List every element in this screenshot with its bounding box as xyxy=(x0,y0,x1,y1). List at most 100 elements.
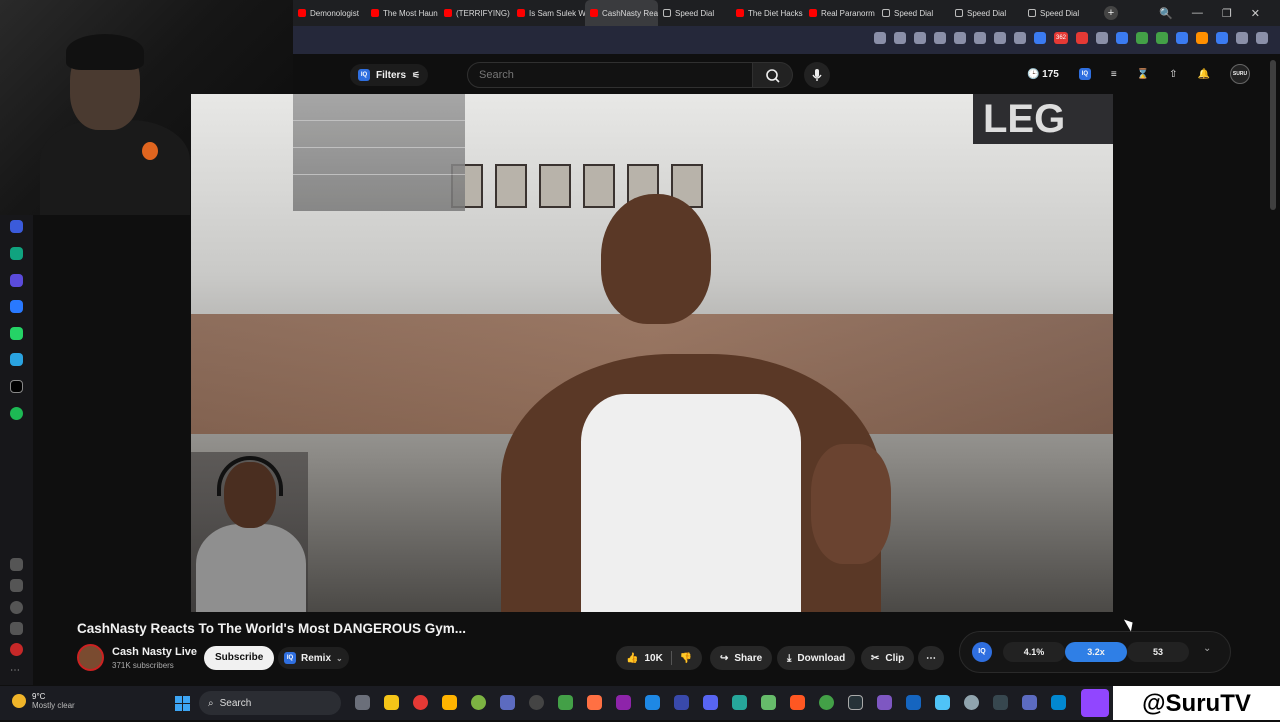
browser-tab[interactable]: CashNasty Reacts To xyxy=(585,0,658,26)
browser-tab[interactable]: Speed Dial xyxy=(950,0,1023,26)
iq-logo-icon[interactable]: IQ xyxy=(972,642,992,662)
browser-tab[interactable]: Speed Dial xyxy=(877,0,950,26)
minimize-button[interactable]: — xyxy=(1192,7,1203,19)
channel-avatar[interactable] xyxy=(77,644,104,671)
more-icon[interactable]: ⋯ xyxy=(10,665,23,678)
heart-icon[interactable] xyxy=(954,32,966,44)
browser-tab[interactable]: Speed Dial xyxy=(658,0,731,26)
file-explorer-icon[interactable] xyxy=(384,695,399,710)
play-icon[interactable] xyxy=(934,32,946,44)
browser-tab[interactable]: (TERRIFYING) D xyxy=(439,0,512,26)
camera-icon[interactable] xyxy=(894,32,906,44)
browser-tab[interactable]: The Diet Hacks xyxy=(731,0,804,26)
voice-search-button[interactable] xyxy=(804,62,830,88)
photos-icon[interactable] xyxy=(1022,695,1037,710)
chevron-down-icon[interactable]: ⌄ xyxy=(1203,643,1211,654)
chatgpt-icon[interactable] xyxy=(10,247,23,260)
more-actions-button[interactable]: ⋯ xyxy=(918,646,944,670)
extension-wave-icon[interactable] xyxy=(1176,32,1188,44)
discord-icon[interactable] xyxy=(703,695,718,710)
edit-icon[interactable] xyxy=(874,32,886,44)
start-button[interactable] xyxy=(175,696,190,711)
extension-circle-icon[interactable] xyxy=(1216,32,1228,44)
watch-counter[interactable]: 🕒 175 xyxy=(1027,69,1059,80)
x-twitter-icon[interactable] xyxy=(10,380,23,393)
thumbs-up-icon[interactable]: 👍 xyxy=(626,653,638,664)
filters-button[interactable]: IQ Filters ⚟ xyxy=(350,64,429,86)
crypto-wallet-icon[interactable] xyxy=(10,274,23,287)
close-button[interactable]: ✕ xyxy=(1251,7,1260,20)
extension-green2-icon[interactable] xyxy=(1156,32,1168,44)
whatsapp-icon[interactable] xyxy=(10,327,23,340)
history-icon[interactable] xyxy=(10,601,23,614)
browser-tab[interactable]: Demonologist xyxy=(293,0,366,26)
xbox-icon[interactable] xyxy=(471,695,486,710)
weather-widget[interactable]: 9°C Mostly clear xyxy=(12,692,75,710)
profile-icon[interactable] xyxy=(1014,32,1026,44)
new-tab-button[interactable]: + xyxy=(1104,6,1118,20)
search-tabs-icon[interactable]: 🔍 xyxy=(1159,7,1173,20)
extension-orange-icon[interactable] xyxy=(1196,32,1208,44)
clip-button[interactable]: ✂ Clip xyxy=(861,646,915,670)
app-orange-icon[interactable] xyxy=(790,695,805,710)
opera-icon[interactable] xyxy=(413,695,428,710)
list-icon[interactable]: ≡ xyxy=(1111,69,1117,80)
menu-icon[interactable] xyxy=(994,32,1006,44)
upload-icon[interactable]: ⇧ xyxy=(1169,69,1177,80)
linkedin-icon[interactable] xyxy=(645,695,660,710)
maximize-button[interactable]: ❐ xyxy=(1222,7,1232,20)
app-green-icon[interactable] xyxy=(761,695,776,710)
capcut-icon[interactable] xyxy=(848,695,863,710)
youtube-ext-icon[interactable] xyxy=(1076,32,1088,44)
extension-dark-icon[interactable] xyxy=(1236,32,1248,44)
pinboard-heart-icon[interactable] xyxy=(10,579,23,592)
obs-icon[interactable] xyxy=(529,695,544,710)
browser-tab[interactable]: Is Sam Sulek W xyxy=(512,0,585,26)
spotify-icon[interactable] xyxy=(10,407,23,420)
search-input[interactable] xyxy=(468,63,752,87)
account-avatar[interactable]: SURU xyxy=(1230,64,1250,84)
settings-gear-icon[interactable] xyxy=(10,622,23,635)
phone-icon[interactable] xyxy=(819,695,834,710)
iq-extension-icon[interactable]: IQ xyxy=(1078,68,1091,80)
telegram-icon[interactable] xyxy=(10,353,23,366)
messenger-icon[interactable] xyxy=(10,300,23,313)
search-button[interactable] xyxy=(753,62,793,88)
download-button[interactable]: ⤓ Download xyxy=(777,646,856,670)
app-grid-icon[interactable] xyxy=(732,695,747,710)
record-icon[interactable] xyxy=(10,643,23,656)
aria-icon[interactable] xyxy=(10,220,23,233)
controller-icon[interactable] xyxy=(500,695,515,710)
subscribe-button[interactable]: Subscribe xyxy=(204,646,275,670)
notifications-bell-icon[interactable]: 🔔 xyxy=(1198,69,1210,80)
extension-badge-icon[interactable]: 362 xyxy=(1054,32,1068,44)
browser-tab[interactable]: Real Paranorm xyxy=(804,0,877,26)
taskbar-search[interactable]: ⌕ Search xyxy=(199,691,341,715)
stat-engagement[interactable]: 4.1% xyxy=(1003,642,1065,662)
stat-score[interactable]: 53 xyxy=(1127,642,1189,662)
app-cloud-icon[interactable] xyxy=(935,695,950,710)
remix-button[interactable]: IQ Remix ⌄ xyxy=(278,647,349,669)
like-count[interactable]: 10K xyxy=(644,653,662,664)
hourglass-icon[interactable]: ⌛ xyxy=(1137,69,1149,80)
vlc-icon[interactable] xyxy=(587,695,602,710)
chrome-icon[interactable] xyxy=(558,695,573,710)
browser-tab[interactable]: The Most Haun xyxy=(366,0,439,26)
extensions-puzzle-icon[interactable] xyxy=(1256,32,1268,44)
app-arrow-icon[interactable] xyxy=(877,695,892,710)
thumbs-down-icon[interactable]: 👎 xyxy=(680,653,692,664)
settings-icon[interactable] xyxy=(964,695,979,710)
extension-green-icon[interactable] xyxy=(1136,32,1148,44)
task-view-icon[interactable] xyxy=(355,695,370,710)
extension-blue-icon[interactable] xyxy=(1034,32,1046,44)
browser-tab[interactable]: Speed Dial xyxy=(1023,0,1096,26)
app-steam2-icon[interactable] xyxy=(993,695,1008,710)
bolt-app-icon[interactable] xyxy=(442,695,457,710)
app-diamond-icon[interactable] xyxy=(674,695,689,710)
shield-icon[interactable] xyxy=(914,32,926,44)
workspaces-icon[interactable] xyxy=(10,558,23,571)
app-blue-icon[interactable] xyxy=(1051,695,1066,710)
share-button[interactable]: ↪ Share xyxy=(710,646,773,670)
rss-icon[interactable] xyxy=(1096,32,1108,44)
page-scrollbar[interactable] xyxy=(1270,60,1276,210)
